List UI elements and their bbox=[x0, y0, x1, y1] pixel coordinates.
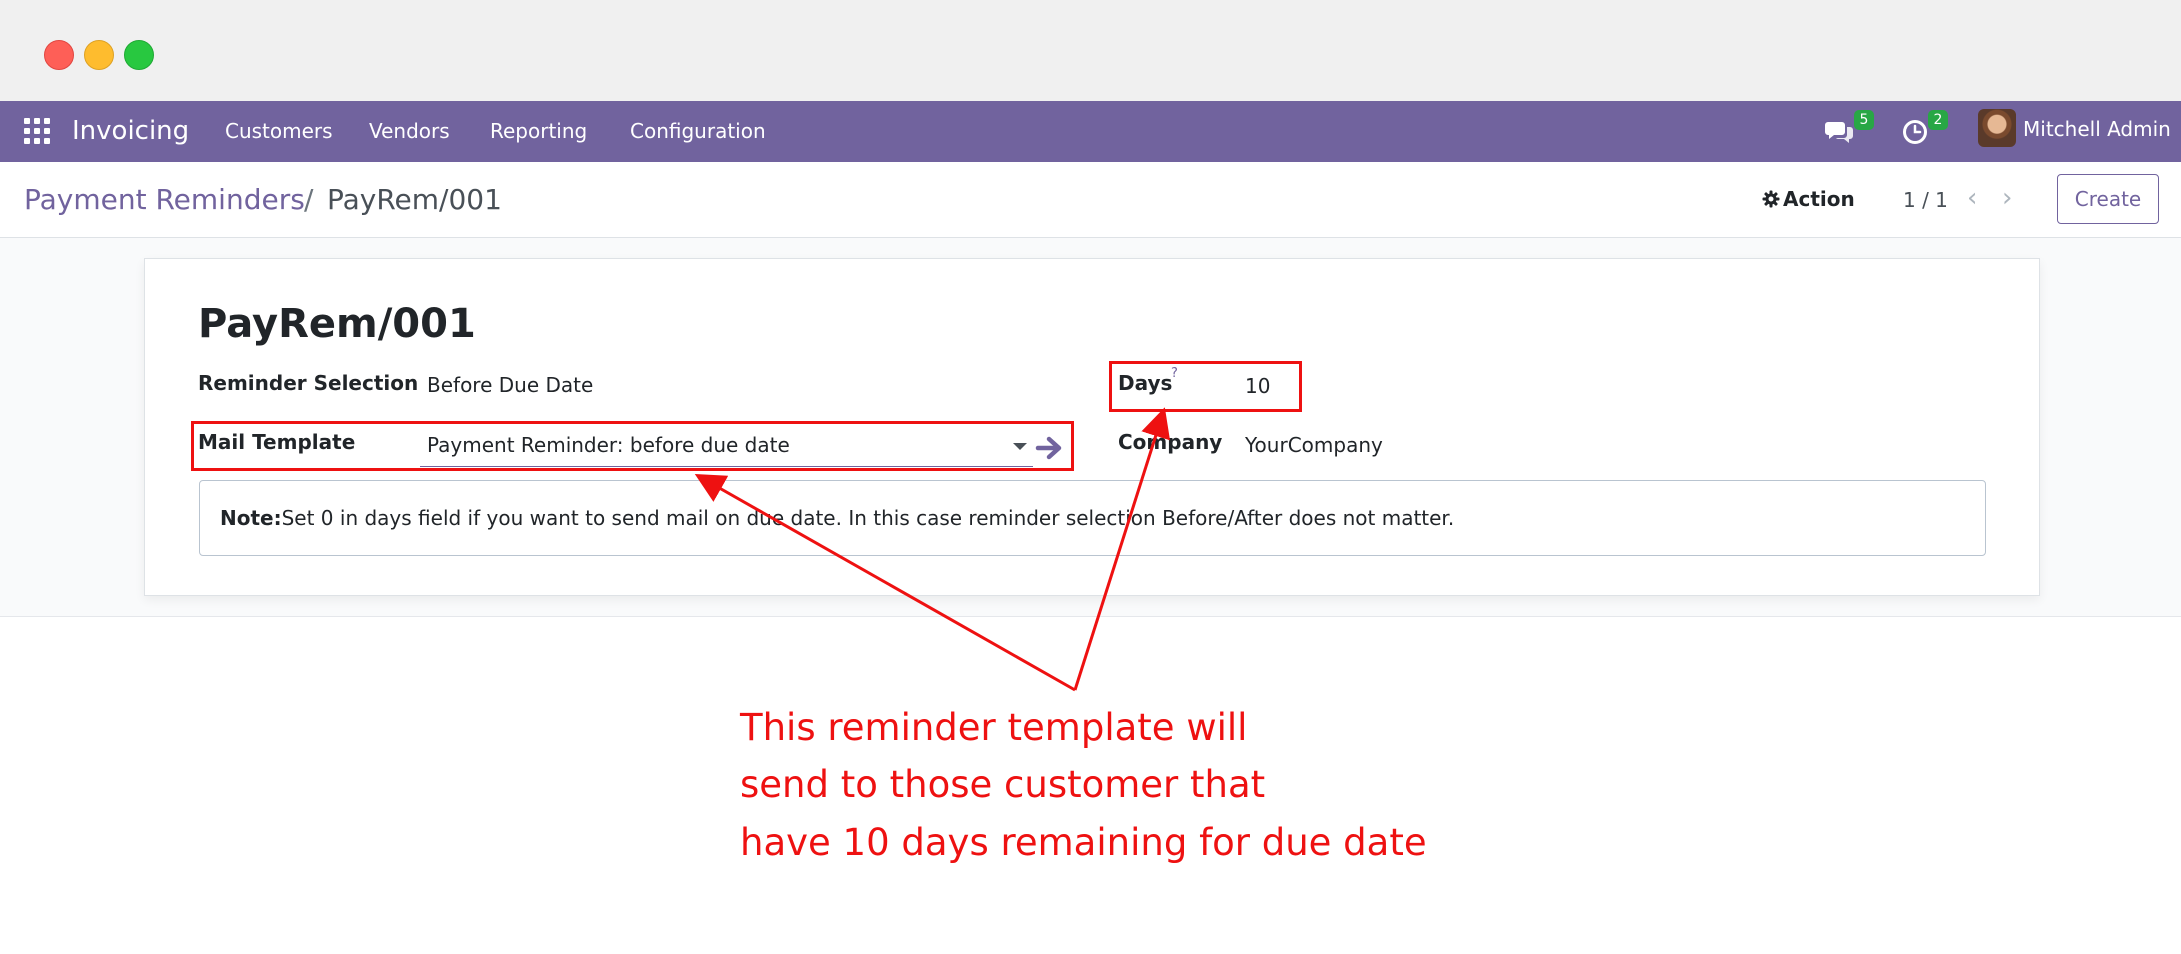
pager-previous-icon[interactable]: ‹ bbox=[1967, 183, 1977, 213]
company-field[interactable]: YourCompany bbox=[1245, 432, 1383, 458]
annotation-line-1: This reminder template will bbox=[740, 706, 1248, 749]
mail-template-highlight-box bbox=[191, 421, 1074, 471]
messages-badge: 5 bbox=[1854, 110, 1874, 130]
note-alert: Note:Set 0 in days field if you want to … bbox=[199, 480, 1986, 556]
annotation-line-2: send to those customer that bbox=[740, 763, 1266, 806]
breadcrumb-separator: / bbox=[304, 183, 314, 216]
menu-configuration[interactable]: Configuration bbox=[630, 118, 766, 144]
menu-customers[interactable]: Customers bbox=[225, 118, 333, 144]
note-body: Set 0 in days field if you want to send … bbox=[281, 506, 1455, 530]
company-label: Company bbox=[1118, 430, 1223, 454]
annotation-line-3: have 10 days remaining for due date bbox=[740, 821, 1427, 864]
user-name[interactable]: Mitchell Admin bbox=[2023, 116, 2171, 142]
breadcrumb-payment-reminders[interactable]: Payment Reminders bbox=[24, 182, 305, 218]
record-title: PayRem/001 bbox=[198, 301, 476, 347]
minimize-window-button[interactable] bbox=[84, 40, 114, 70]
apps-grid-icon[interactable] bbox=[24, 118, 50, 144]
app-name[interactable]: Invoicing bbox=[72, 113, 189, 149]
clock-icon bbox=[1903, 120, 1927, 144]
menu-reporting[interactable]: Reporting bbox=[490, 118, 587, 144]
user-avatar[interactable] bbox=[1978, 109, 2016, 147]
note-prefix: Note: bbox=[220, 506, 282, 530]
pager-next-icon[interactable]: › bbox=[2002, 183, 2012, 213]
zoom-window-button[interactable] bbox=[124, 40, 154, 70]
close-window-button[interactable] bbox=[44, 40, 74, 70]
window-titlebar bbox=[0, 0, 2181, 101]
reminder-selection-field[interactable]: Before Due Date bbox=[427, 372, 593, 398]
control-panel: Payment Reminders / PayRem/001 Action 1 … bbox=[0, 162, 2181, 238]
create-button[interactable]: Create bbox=[2057, 174, 2159, 224]
menu-vendors[interactable]: Vendors bbox=[369, 118, 450, 144]
activities-badge: 2 bbox=[1928, 110, 1948, 130]
breadcrumb-current: PayRem/001 bbox=[327, 183, 502, 216]
gear-icon bbox=[1762, 190, 1780, 208]
note-text: Note:Set 0 in days field if you want to … bbox=[220, 505, 1454, 531]
reminder-selection-label: Reminder Selection bbox=[198, 371, 419, 395]
pager-value[interactable]: 1 / 1 bbox=[1903, 187, 1948, 213]
action-label: Action bbox=[1783, 187, 1855, 211]
chat-bubbles-icon bbox=[1825, 122, 1853, 143]
action-button[interactable]: Action bbox=[1762, 185, 1855, 213]
days-highlight-box bbox=[1109, 361, 1302, 412]
